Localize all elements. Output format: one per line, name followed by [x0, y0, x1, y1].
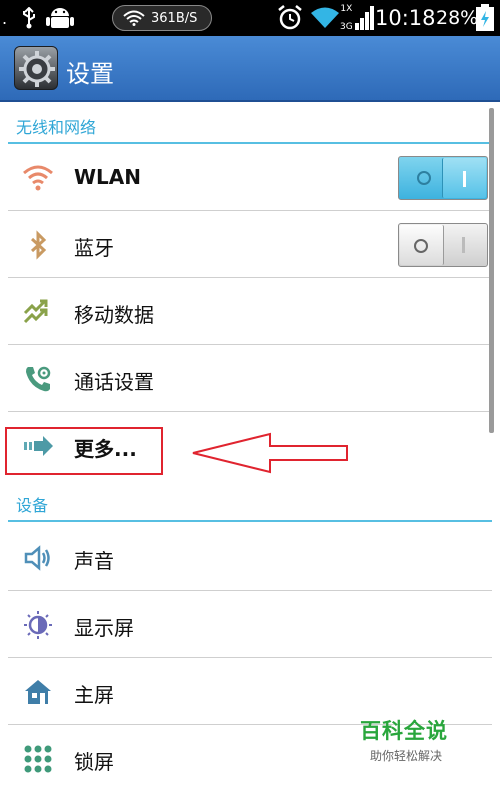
bluetooth-icon	[22, 229, 54, 261]
section-header-wireless: 无线和网络	[0, 104, 492, 144]
section-divider	[8, 520, 492, 522]
settings-item-label: WLAN	[74, 165, 142, 189]
android-icon	[46, 0, 74, 36]
toggle-on-symbol	[463, 171, 466, 187]
call-settings-icon	[22, 363, 54, 395]
status-dot: .	[2, 8, 8, 28]
settings-item-bluetooth[interactable]: 蓝牙	[0, 211, 492, 278]
settings-item-label: 移动数据	[74, 303, 154, 327]
settings-gear-icon[interactable]	[14, 46, 58, 90]
settings-item-label: 锁屏	[74, 750, 114, 774]
network-speed-badge: 361B/S	[112, 5, 212, 31]
mobile-data-icon	[22, 296, 54, 328]
home-icon	[22, 676, 54, 708]
section-title-device: 设备	[16, 496, 49, 515]
watermark-subtitle: 助你轻松解决	[370, 749, 443, 763]
network-type: 1X 3G	[340, 0, 353, 36]
wifi-icon	[22, 162, 54, 194]
highlight-annotation-box	[5, 427, 163, 475]
alarm-icon	[276, 0, 304, 36]
network-speed: 361B/S	[151, 11, 198, 26]
toggle-knob	[400, 225, 444, 265]
settings-item-mobile-data[interactable]: 移动数据	[0, 278, 492, 345]
usb-icon	[20, 0, 38, 36]
signal-icon	[355, 0, 375, 36]
settings-item-call-settings[interactable]: 通话设置	[0, 345, 492, 412]
settings-item-label: 通话设置	[74, 370, 154, 394]
wifi-icon	[123, 10, 145, 26]
clock: 10:18	[375, 6, 436, 30]
settings-item-display[interactable]: 显示屏	[0, 591, 492, 658]
settings-item-label: 蓝牙	[74, 236, 114, 260]
toggle-off-symbol	[417, 171, 431, 185]
battery-icon	[475, 0, 495, 36]
page-title: 设置	[66, 60, 114, 88]
settings-item-label: 显示屏	[74, 616, 134, 640]
watermark-title: 百科全说	[360, 719, 448, 743]
settings-item-wlan[interactable]: WLAN	[0, 144, 492, 211]
network-type-main: 3G	[340, 22, 353, 32]
toggle-off-symbol	[414, 239, 428, 253]
network-type-small: 1X	[340, 4, 353, 14]
battery-percent: 28%	[436, 7, 479, 29]
bluetooth-toggle[interactable]	[398, 223, 488, 267]
toggle-on-symbol	[462, 237, 465, 253]
settings-item-label: 声音	[74, 549, 114, 573]
section-title-wireless: 无线和网络	[16, 118, 97, 137]
toggle-knob	[442, 158, 486, 198]
title-bar: 设置	[0, 36, 500, 102]
status-bar: . 361B/S 1X 3G 10:18 28%	[0, 0, 500, 36]
settings-item-sound[interactable]: 声音	[0, 524, 492, 591]
settings-item-label: 主屏	[74, 683, 114, 707]
section-header-device: 设备	[0, 482, 492, 522]
wifi-signal-icon	[310, 0, 340, 36]
brightness-icon	[22, 609, 54, 641]
watermark-logo: 百科全说 助你轻松解决	[360, 715, 470, 764]
speaker-icon	[22, 542, 54, 574]
annotation-arrow-icon	[190, 432, 352, 478]
wlan-toggle[interactable]	[398, 156, 488, 200]
lock-screen-icon	[22, 743, 54, 775]
scrollbar[interactable]	[489, 108, 494, 433]
